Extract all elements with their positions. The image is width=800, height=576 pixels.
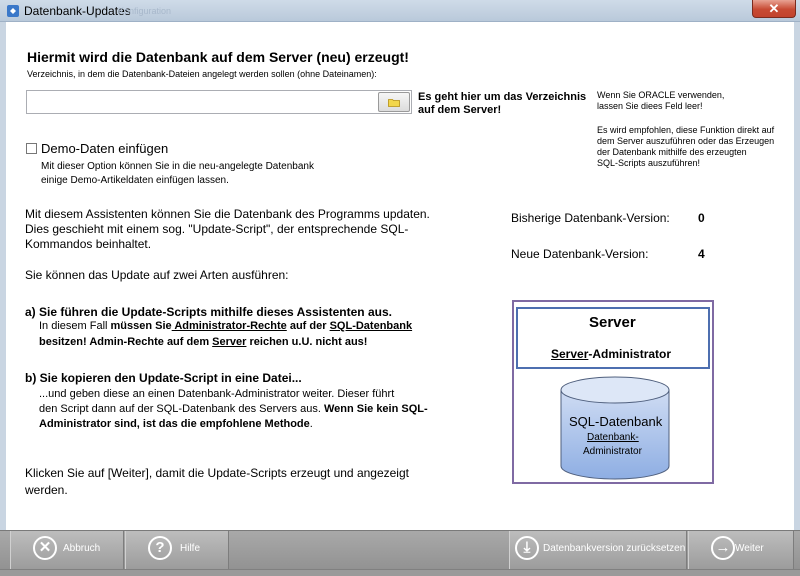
folder-icon — [388, 99, 400, 107]
next-button[interactable]: → Weiter — [688, 531, 794, 569]
current-version-value: 0 — [698, 211, 705, 225]
intro-line4: Sie können das Update auf zwei Arten aus… — [25, 268, 289, 282]
window-bottom-edge — [0, 569, 800, 576]
close-button[interactable]: ✕ — [752, 0, 796, 18]
close-icon: ✕ — [768, 1, 780, 16]
server-admin-label: Server-Administrator — [551, 347, 671, 361]
option-b-heading: b) Sie kopieren den Update-Script in ein… — [25, 371, 302, 385]
option-b-line2: den Script dann auf der SQL-Datenbank de… — [39, 403, 428, 415]
help-icon: ? — [148, 536, 172, 560]
server-title: Server — [589, 314, 636, 331]
window-frame-left — [0, 22, 6, 530]
option-b-line3: Administrator sind, ist das die empfohle… — [39, 418, 313, 430]
option-a-bold: müssen Sie — [110, 320, 172, 332]
option-b-text: . — [309, 418, 313, 430]
option-a-sql-db: SQL-Datenbank — [329, 320, 413, 332]
server-admin-suffix: -Administrator — [588, 347, 672, 361]
window-title: Datenbank-Updates — [24, 4, 131, 18]
db-title: SQL-Datenbank — [569, 414, 663, 429]
cancel-icon: ✕ — [33, 536, 57, 560]
footer-line2: werden. — [25, 483, 68, 497]
db-admin-line2: Administrator — [583, 446, 642, 457]
option-a-text: In diesem Fall — [39, 320, 111, 332]
option-b-text: den Script dann auf der SQL-Datenbank de… — [39, 403, 324, 415]
demo-data-label[interactable]: Demo-Daten einfügen — [41, 141, 168, 156]
new-version-label: Neue Datenbank-Version: — [511, 247, 649, 261]
demo-desc-line2: einige Demo-Artikeldaten einfügen lassen… — [41, 175, 229, 186]
download-icon: ⤓ — [515, 536, 539, 560]
option-a-heading: a) Sie führen die Update-Scripts mithilf… — [25, 305, 392, 319]
server-note-line4: SQL-Scripts auszuführen! — [597, 158, 701, 168]
window-ghost-title: Konfiguration — [118, 6, 172, 16]
footer-line1: Klicken Sie auf [Weiter], damit die Upda… — [25, 466, 409, 480]
app-icon — [7, 5, 19, 17]
server-note-line1: Es wird empfohlen, diese Funktion direkt… — [597, 125, 775, 135]
arrow-right-icon: → — [711, 536, 735, 560]
server-note-line2: dem Server auszuführen oder das Erzeugen — [597, 136, 775, 146]
intro-line2: Dies geschieht mit einem sog. "Update-Sc… — [25, 222, 409, 236]
option-a-text: besitzen! Admin-Rechte auf dem — [39, 336, 213, 348]
cancel-button[interactable]: ✕ Abbruch — [10, 531, 124, 569]
option-a-line2: besitzen! Admin-Rechte auf dem Server re… — [39, 336, 367, 348]
next-label: Weiter — [735, 543, 764, 554]
browse-folder-button[interactable] — [378, 92, 410, 112]
reset-db-version-label: Datenbankversion zurücksetzen — [543, 543, 686, 554]
option-a-server: Server — [212, 336, 247, 348]
help-label: Hilfe — [180, 543, 201, 554]
option-a-bold: auf der — [286, 320, 330, 332]
reset-db-version-button[interactable]: ⤓ Datenbankversion zurücksetzen — [509, 531, 687, 569]
current-version-label: Bisherige Datenbank-Version: — [511, 211, 670, 225]
path-hint-line2: auf dem Server! — [418, 104, 502, 116]
option-b-bold: Wenn Sie kein SQL- — [323, 403, 428, 415]
page-heading: Hiermit wird die Datenbank auf dem Serve… — [27, 49, 409, 65]
option-a-text: reichen u.U. nicht aus! — [246, 336, 368, 348]
option-b-bold: Administrator sind, ist das die empfohle… — [39, 418, 310, 430]
path-hint-line1: Es geht hier um das Verzeichnis — [418, 91, 587, 103]
oracle-note-line2: lassen Sie diees Feld leer! — [597, 101, 703, 111]
cancel-label: Abbruch — [63, 543, 101, 554]
oracle-note-line1: Wenn Sie ORACLE verwenden, — [597, 90, 725, 100]
option-a-admin-rights: Administrator-Rechte — [171, 320, 287, 332]
window-frame-right — [794, 22, 800, 530]
option-a-line1: In diesem Fall müssen Sie Administrator-… — [39, 320, 412, 332]
server-admin-underlined: Server — [551, 347, 589, 361]
path-label: Verzeichnis, in dem die Datenbank-Dateie… — [27, 69, 377, 79]
server-note-line3: der Datenbank mithilfe des erzeugten — [597, 147, 747, 157]
directory-path-input[interactable] — [26, 90, 412, 114]
demo-data-checkbox[interactable] — [26, 143, 37, 154]
demo-desc-line1: Mit dieser Option können Sie in die neu-… — [41, 161, 314, 172]
option-b-line1: ...und geben diese an einen Datenbank-Ad… — [39, 388, 395, 400]
intro-line1: Mit diesem Assistenten können Sie die Da… — [25, 207, 430, 221]
new-version-value: 4 — [698, 247, 705, 261]
help-button[interactable]: ? Hilfe — [125, 531, 229, 569]
intro-line3: Kommandos beinhaltet. — [25, 237, 152, 251]
title-bar: Datenbank-Updates Konfiguration ✕ — [0, 0, 800, 22]
db-admin-line1: Datenbank- — [587, 432, 639, 443]
